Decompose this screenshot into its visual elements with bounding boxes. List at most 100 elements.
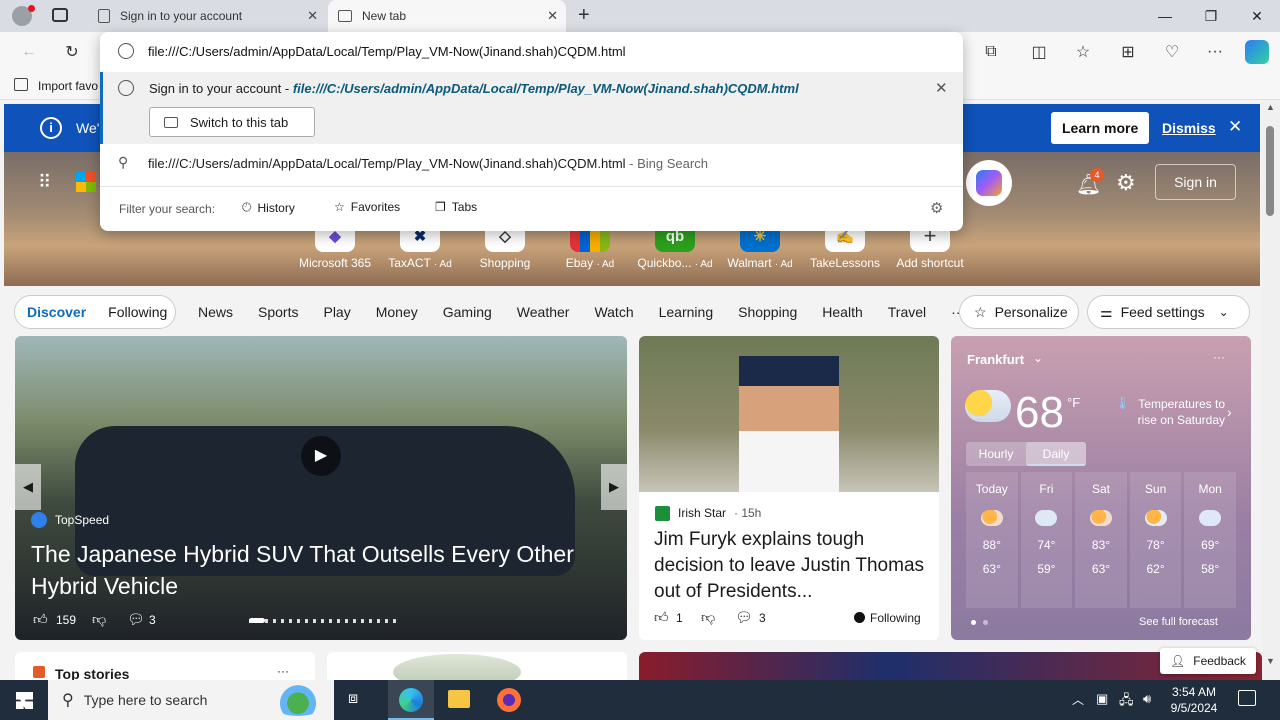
carousel-dots[interactable] <box>249 619 399 623</box>
nav-news[interactable]: News <box>198 304 233 320</box>
switch-to-tab-button[interactable]: Switch to this tab <box>149 107 315 137</box>
extensions-icon[interactable]: ⧉ <box>976 37 1006 67</box>
news-card[interactable]: Irish Star · 15h Jim Furyk explains toug… <box>639 336 939 640</box>
taskbar-edge-button[interactable] <box>388 680 434 720</box>
like-icon[interactable]: 👍︎ <box>33 611 48 628</box>
close-tab-icon[interactable]: ✕ <box>307 8 318 24</box>
remove-suggestion-icon[interactable]: ✕ <box>935 79 948 97</box>
weather-page-dot[interactable] <box>971 620 976 625</box>
nav-play[interactable]: Play <box>323 304 350 320</box>
page-settings-gear-icon[interactable]: ⚙ <box>1116 170 1136 196</box>
nav-gaming[interactable]: Gaming <box>443 304 492 320</box>
suggestion-bing-search[interactable]: ⚲ file:///C:/Users/admin/AppData/Local/T… <box>100 148 963 178</box>
import-favorites-link[interactable]: Import favo <box>38 79 98 93</box>
copilot-search-button[interactable] <box>966 160 1012 206</box>
tab-discover[interactable]: Discover <box>27 304 86 320</box>
dislike-icon[interactable]: 👎︎ <box>92 611 106 628</box>
forecast-day[interactable]: Fri 74° 59° <box>1020 472 1073 608</box>
personalize-button[interactable]: ☆ Personalize <box>959 295 1079 329</box>
hero-news-card[interactable]: ▶ ◀ ▶ TopSpeed The Japanese Hybrid SUV T… <box>15 336 627 640</box>
nav-learning[interactable]: Learning <box>659 304 714 320</box>
forecast-day[interactable]: Today 88° 63° <box>966 472 1018 608</box>
search-settings-gear-icon[interactable]: ⚙ <box>930 199 943 217</box>
weather-unit[interactable]: °F <box>1067 395 1080 410</box>
network-icon[interactable]: 🖧︎ <box>1119 691 1134 713</box>
file-explorer-icon[interactable] <box>448 690 470 708</box>
tab-daily[interactable]: Daily <box>1026 442 1086 466</box>
apps-grid-icon[interactable]: ⠿ <box>38 172 51 193</box>
filter-favorites[interactable]: ☆ Favorites <box>334 200 400 214</box>
article-card[interactable] <box>327 652 627 680</box>
top-stories-more-icon[interactable]: ··· <box>277 664 289 678</box>
settings-more-icon[interactable]: ··· <box>1200 37 1230 67</box>
scrollbar-thumb[interactable] <box>1266 126 1274 216</box>
tray-chevron-up-icon[interactable]: ︿ <box>1072 691 1084 708</box>
firefox-icon[interactable] <box>497 688 521 712</box>
learn-more-button[interactable]: Learn more <box>1051 112 1150 144</box>
dislike-icon[interactable]: 👎︎ <box>701 609 715 626</box>
page-scrollbar[interactable]: ▲ ▼ <box>1262 100 1280 680</box>
nav-watch[interactable]: Watch <box>594 304 633 320</box>
favorites-star-icon[interactable]: ☆ <box>1068 37 1098 67</box>
suggestion-open-tab[interactable]: Sign in to your account - file:///C:/Use… <box>100 72 963 144</box>
clock[interactable]: 3:54 AM 9/5/2024 <box>1168 684 1220 716</box>
comment-icon[interactable]: 💬︎ <box>127 611 145 628</box>
scroll-up-icon[interactable]: ▲ <box>1266 102 1275 112</box>
tab-actions-icon[interactable] <box>52 8 68 22</box>
close-banner-icon[interactable]: ✕ <box>1228 117 1242 137</box>
carousel-next-icon[interactable]: ▶ <box>601 464 627 510</box>
sign-in-button[interactable]: Sign in <box>1155 164 1236 200</box>
windows-start-icon[interactable] <box>16 692 33 709</box>
feed-settings-button[interactable]: ⚌ Feed settings ⌄ <box>1087 295 1250 329</box>
chevron-right-icon[interactable]: › <box>1227 404 1232 420</box>
tab-following[interactable]: Following <box>108 304 167 320</box>
filter-tabs[interactable]: ❐ Tabs <box>435 200 477 214</box>
browser-essentials-icon[interactable]: ♡ <box>1157 37 1187 67</box>
minimize-icon[interactable]: — <box>1142 0 1188 32</box>
weather-more-icon[interactable]: ··· <box>1213 350 1225 364</box>
notification-center-icon[interactable] <box>1238 690 1256 706</box>
top-stories-title[interactable]: Top stories <box>55 666 129 680</box>
address-input[interactable] <box>148 38 938 64</box>
taskbar-search-box[interactable]: ⚲ Type here to search <box>48 680 334 720</box>
restore-icon[interactable]: ❐ <box>1188 0 1234 32</box>
nav-shopping[interactable]: Shopping <box>738 304 797 320</box>
comment-icon[interactable]: 💬︎ <box>735 609 753 626</box>
nav-health[interactable]: Health <box>822 304 862 320</box>
close-window-icon[interactable]: ✕ <box>1234 0 1280 32</box>
back-icon[interactable]: ← <box>14 37 44 67</box>
task-view-icon[interactable]: ⧈ <box>348 690 358 708</box>
weather-card[interactable]: Frankfurt ⌄ ··· 68 °F 🌡︎ Temperatures to… <box>951 336 1251 640</box>
nav-weather[interactable]: Weather <box>517 304 570 320</box>
scroll-down-icon[interactable]: ▼ <box>1266 656 1275 666</box>
carousel-prev-icon[interactable]: ◀ <box>15 464 41 510</box>
weather-note[interactable]: Temperatures to rise on Saturday <box>1129 396 1225 428</box>
feedback-button[interactable]: 👤︎ Feedback <box>1160 648 1256 674</box>
article-title[interactable]: The Japanese Hybrid SUV That Outsells Ev… <box>31 538 611 602</box>
tray-device-icon[interactable]: ▣ <box>1096 691 1108 707</box>
filter-history[interactable]: 🕘︎ History <box>242 200 295 215</box>
see-full-forecast-link[interactable]: See full forecast <box>1139 616 1218 628</box>
collections-icon[interactable]: ⊞ <box>1113 37 1143 67</box>
close-tab-icon[interactable]: ✕ <box>547 8 558 24</box>
forecast-day[interactable]: Mon 69° 58° <box>1184 472 1236 608</box>
chevron-down-icon[interactable]: ⌄ <box>1033 351 1043 365</box>
forecast-day[interactable]: Sun 78° 62° <box>1129 472 1182 608</box>
split-screen-icon[interactable]: ◫ <box>1024 37 1054 67</box>
like-icon[interactable]: 👍︎ <box>654 609 669 626</box>
forecast-day[interactable]: Sat 83° 63° <box>1075 472 1127 608</box>
nav-sports[interactable]: Sports <box>258 304 298 320</box>
weather-page-dot[interactable] <box>983 620 988 625</box>
following-label[interactable]: Following <box>870 611 921 625</box>
dismiss-link[interactable]: Dismiss <box>1162 120 1216 136</box>
tab-hourly[interactable]: Hourly <box>966 442 1026 466</box>
nav-money[interactable]: Money <box>376 304 418 320</box>
tab-sign-in[interactable]: Sign in to your account ✕ <box>88 0 326 32</box>
refresh-icon[interactable]: ↻ <box>57 37 87 67</box>
article-title[interactable]: Jim Furyk explains tough decision to lea… <box>654 527 926 605</box>
new-tab-plus-icon[interactable]: + <box>578 4 590 27</box>
nav-travel[interactable]: Travel <box>888 304 926 320</box>
tab-new-tab[interactable]: New tab ✕ <box>328 0 566 32</box>
copilot-icon[interactable] <box>1245 40 1269 64</box>
microsoft-logo-icon[interactable] <box>76 172 96 192</box>
